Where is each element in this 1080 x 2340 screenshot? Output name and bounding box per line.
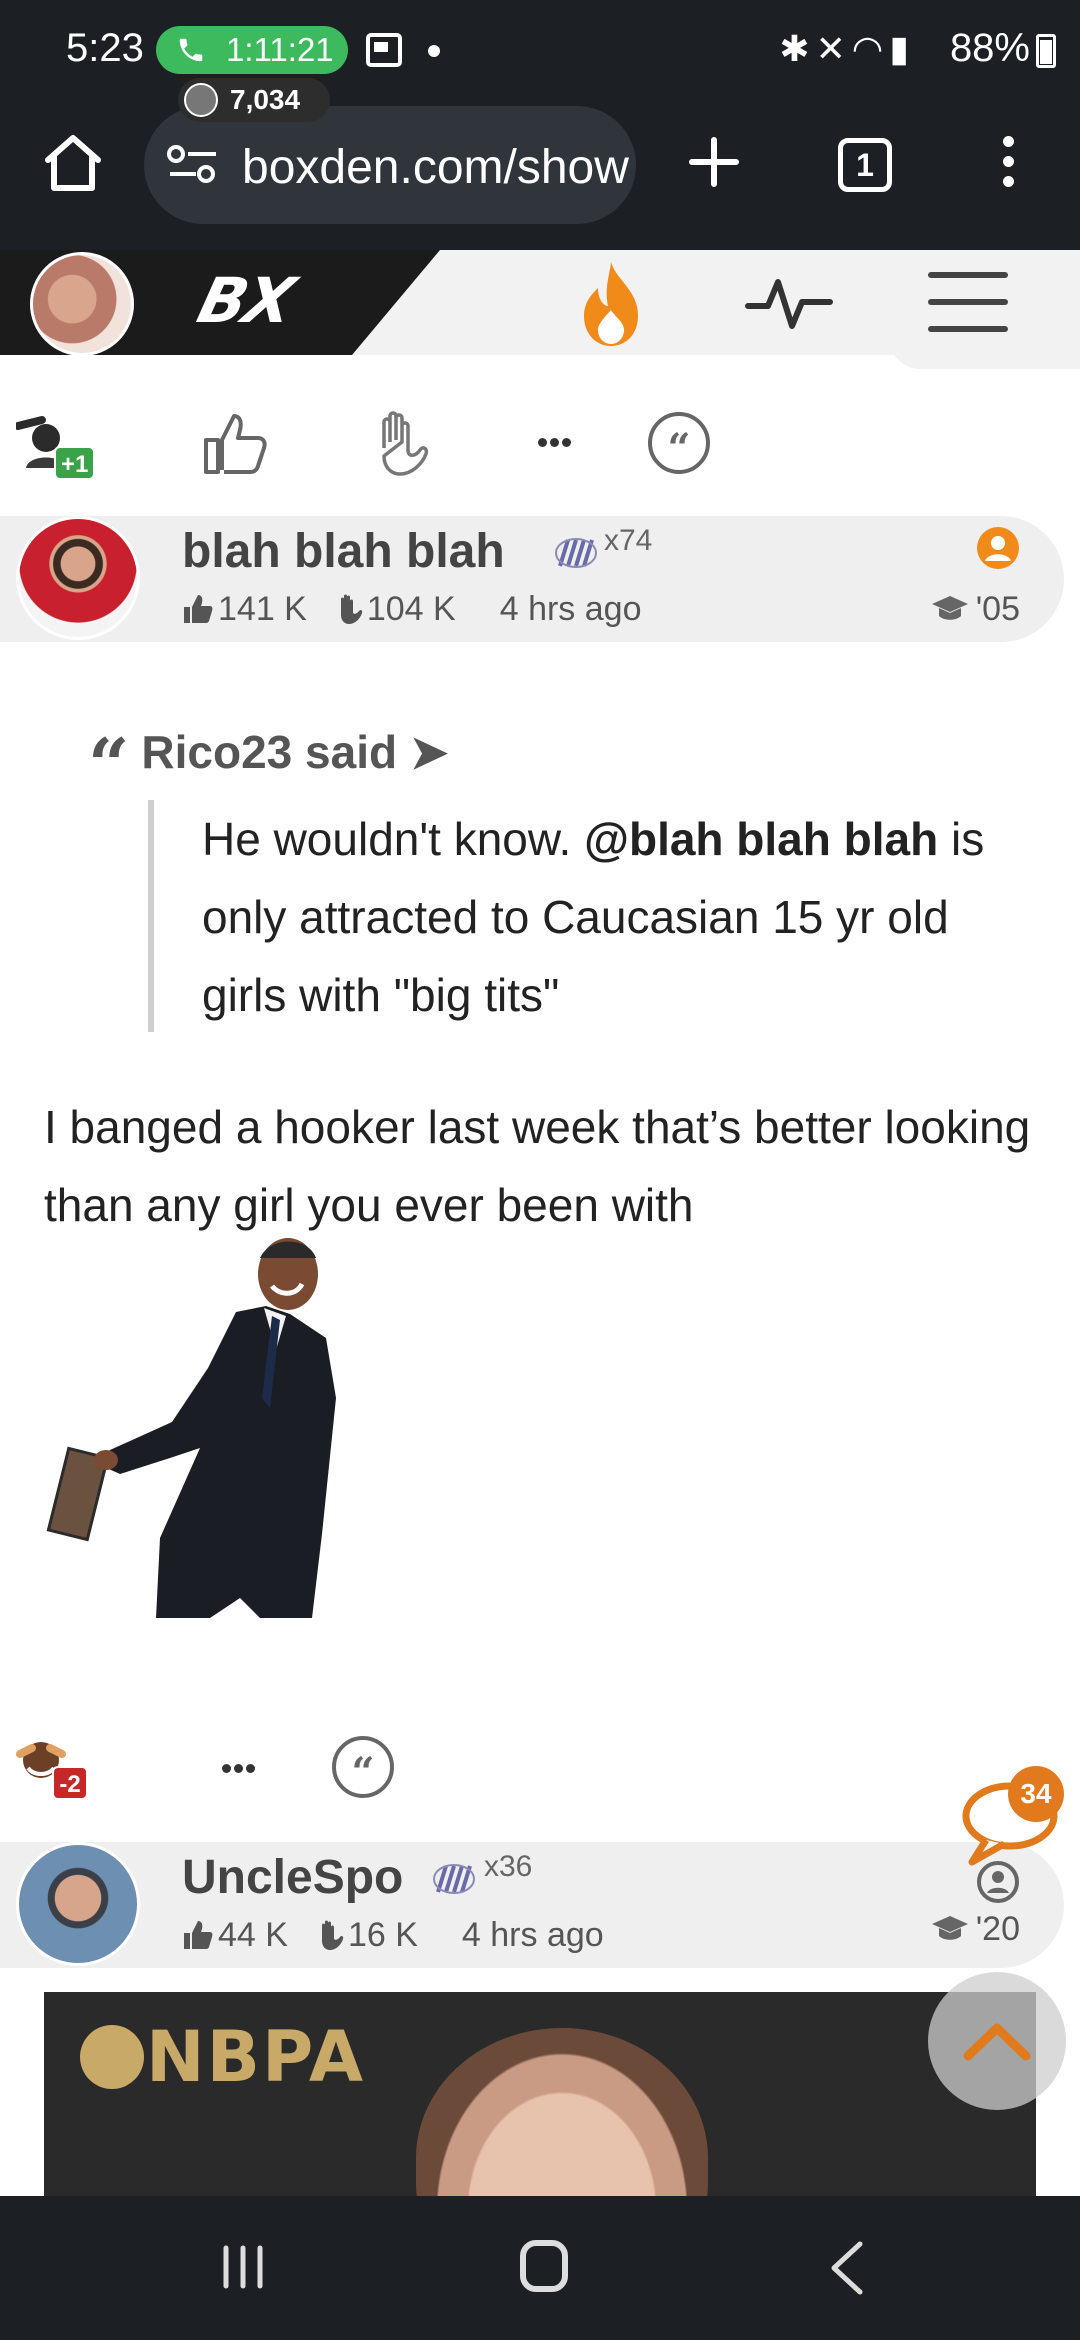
home-nav-icon[interactable] <box>520 2240 568 2292</box>
rank-icon <box>433 1864 475 1894</box>
new-tab-icon[interactable] <box>686 134 742 190</box>
reaction-score-badge: +1 <box>54 446 96 480</box>
reaction-score-badge: -2 <box>52 1766 88 1800</box>
phone-icon <box>179 38 203 62</box>
signal-icon: ▮ <box>889 28 915 69</box>
post-username[interactable]: UncleSpo <box>182 1850 403 1905</box>
thumbs-up-icon <box>184 595 213 623</box>
rank-icon <box>555 538 597 568</box>
quote-header[interactable]: “Rico23 said ➤ <box>88 722 448 807</box>
activity-icon[interactable] <box>744 272 834 334</box>
dislikes-count: 16 K <box>347 1916 418 1954</box>
rank-multiplier: x74 <box>604 524 653 557</box>
online-count: 7,034 <box>230 84 301 115</box>
join-year: '05 <box>930 590 1020 629</box>
post-image[interactable] <box>40 1238 360 1618</box>
embed-photo-face <box>416 2028 708 2196</box>
graduation-cap-icon <box>931 1916 968 1940</box>
post-embedded-image[interactable]: NBPA <box>44 1992 1036 2196</box>
chat-count-badge[interactable]: 34 <box>1008 1766 1064 1822</box>
thumbs-up-icon <box>184 1921 213 1949</box>
poster-avatar[interactable] <box>16 1842 140 1966</box>
status-time: 5:23 <box>66 26 144 70</box>
back-icon[interactable] <box>826 2240 866 2296</box>
quote-mark-icon: “ <box>88 722 130 807</box>
browser-toolbar: boxden.com/show 1 <box>0 100 1080 250</box>
notification-dot-icon <box>428 45 440 57</box>
header-tab-shape <box>890 335 1080 369</box>
mute-icon: ✕ <box>815 28 852 69</box>
chevron-up-icon <box>963 2023 1031 2061</box>
likes-count: 141 K <box>218 590 307 628</box>
wifi-icon: ◠ <box>851 28 890 69</box>
quote-reply-icon[interactable]: “ <box>332 1736 394 1798</box>
battery-icon <box>1036 34 1056 68</box>
user-avatar[interactable] <box>30 252 134 356</box>
post-header: blah blah blah x74 141 K 104 K 4 hrs ago '… <box>0 516 1064 642</box>
tab-switcher-button[interactable]: 1 <box>838 138 892 192</box>
quote-text: He wouldn't know. @blah blah blah is onl… <box>202 813 985 1021</box>
quote-author: Rico23 said ➤ <box>141 726 449 778</box>
site-header: BX <box>0 250 1080 369</box>
fire-icon[interactable] <box>576 258 646 348</box>
hand-icon <box>340 594 363 624</box>
post-stats: 141 K 104 K 4 hrs ago <box>182 590 641 629</box>
recent-apps-icon[interactable] <box>218 2242 268 2292</box>
news-icon <box>366 33 402 67</box>
rank-multiplier: x36 <box>484 1850 533 1883</box>
post-time: 4 hrs ago <box>499 590 642 628</box>
more-options-icon[interactable] <box>222 1760 262 1776</box>
address-bar[interactable]: boxden.com/show <box>144 106 636 224</box>
online-users-badge[interactable]: 7,034 <box>178 78 331 122</box>
embed-logo: NBPA <box>80 2016 365 2098</box>
thumbs-up-icon[interactable] <box>200 408 270 478</box>
system-icons: ✱✕◠▮ <box>779 28 915 70</box>
site-logo[interactable]: BX <box>191 264 300 337</box>
status-bar: 5:23 1:11:21 ✱✕◠▮ 88% <box>0 0 1080 100</box>
post-header: UncleSpo x36 44 K 16 K 4 hrs ago '20 <box>0 1842 1064 1968</box>
graduation-cap-icon <box>931 596 968 620</box>
system-nav-bar <box>0 2196 1080 2340</box>
hand-stop-icon[interactable] <box>364 408 434 478</box>
post-body-text: I banged a hooker last week that’s bette… <box>44 1101 1031 1231</box>
home-icon[interactable] <box>40 130 106 196</box>
site-settings-icon[interactable] <box>166 144 220 184</box>
online-avatar-icon <box>184 83 218 117</box>
more-menu-icon[interactable] <box>996 136 1020 196</box>
basketball-icon <box>80 2025 144 2089</box>
post-time: 4 hrs ago <box>461 1916 604 1954</box>
likes-count: 44 K <box>218 1916 288 1954</box>
battery-percent: 88% <box>949 26 1030 70</box>
quote-reply-icon[interactable]: “ <box>648 412 710 474</box>
call-indicator[interactable]: 1:11:21 <box>156 26 348 74</box>
poster-avatar[interactable] <box>16 516 140 640</box>
user-profile-icon[interactable] <box>976 526 1020 570</box>
scroll-to-top-button[interactable] <box>928 1972 1066 2110</box>
hamburger-menu-icon[interactable] <box>928 272 1008 334</box>
call-timer: 1:11:21 <box>226 31 334 68</box>
post-username[interactable]: blah blah blah <box>182 524 505 579</box>
url-text: boxden.com/show <box>242 141 629 194</box>
bluetooth-icon: ✱ <box>779 28 816 69</box>
quote-border <box>148 800 154 1032</box>
post-stats: 44 K 16 K 4 hrs ago <box>182 1916 604 1955</box>
more-options-icon[interactable] <box>538 434 578 450</box>
hand-icon <box>321 1920 344 1950</box>
dislikes-count: 104 K <box>366 590 456 628</box>
mention-link[interactable]: @blah blah blah <box>584 813 938 865</box>
join-year: '20 <box>930 1910 1020 1949</box>
